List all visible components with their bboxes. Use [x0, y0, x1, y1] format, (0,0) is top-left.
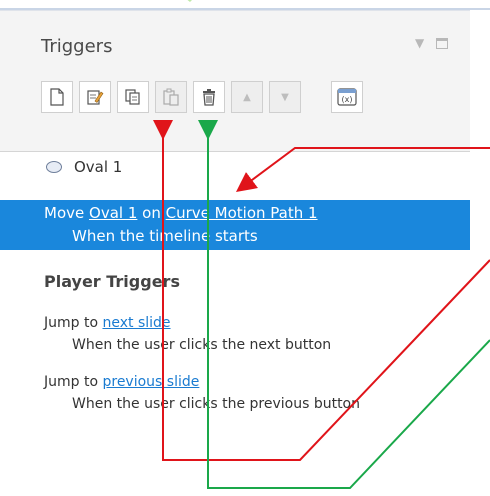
next-slide-link[interactable]: next slide	[102, 315, 170, 331]
header-icons: ▼	[415, 37, 449, 49]
up-arrow-icon: ▲	[243, 91, 251, 103]
paste-button[interactable]	[155, 81, 187, 113]
previous-slide-link[interactable]: previous slide	[102, 374, 199, 390]
oval-icon	[46, 161, 62, 173]
down-arrow-icon: ▼	[281, 91, 289, 103]
selected-trigger-row[interactable]: Move Oval 1 on Curve Motion Path 1 When …	[0, 200, 470, 250]
svg-text:(x): (x)	[342, 95, 353, 104]
trigger-connector: on	[142, 204, 161, 222]
object-row-oval[interactable]: Oval 1	[46, 158, 122, 176]
player-trigger-row[interactable]: Jump to next slide	[44, 315, 171, 331]
delete-button[interactable]	[193, 81, 225, 113]
edit-icon	[87, 90, 104, 105]
copy-icon	[125, 89, 140, 105]
move-up-button[interactable]: ▲	[231, 81, 263, 113]
player-trigger-row[interactable]: Jump to previous slide	[44, 374, 199, 390]
edit-trigger-button[interactable]	[79, 81, 111, 113]
trigger-action: Jump to	[44, 374, 99, 390]
variable-x-icon: (x)	[337, 88, 357, 106]
trigger-target-link[interactable]: Oval 1	[89, 204, 137, 222]
panel-header: Triggers ▼ ▲ ▼ (x)	[0, 11, 470, 152]
panel-title: Triggers	[41, 36, 113, 57]
trigger-condition: When the user clicks the next button	[72, 337, 332, 353]
player-triggers-heading: Player Triggers	[44, 272, 180, 291]
trigger-list: Oval 1 Move Oval 1 on Curve Motion Path …	[0, 152, 470, 496]
object-label: Oval 1	[74, 158, 123, 176]
trigger-condition: When the user clicks the previous button	[72, 396, 360, 412]
new-trigger-button[interactable]	[41, 81, 73, 113]
dropdown-arrow-icon[interactable]: ▼	[415, 37, 424, 49]
triggers-panel: Triggers ▼ ▲ ▼ (x) Oval 1 Move Oval 1 on…	[0, 10, 470, 496]
trigger-toolbar: ▲ ▼ (x)	[41, 81, 369, 113]
move-down-button[interactable]: ▼	[269, 81, 301, 113]
variables-button[interactable]: (x)	[331, 81, 363, 113]
restore-window-icon[interactable]	[436, 37, 449, 49]
paste-icon	[163, 88, 179, 106]
trigger-action: Move	[44, 204, 85, 222]
copy-button[interactable]	[117, 81, 149, 113]
trigger-condition: When the timeline starts	[72, 227, 258, 245]
trash-icon	[203, 89, 215, 106]
motion-path-link[interactable]: Curve Motion Path 1	[166, 204, 318, 222]
trigger-description: Move Oval 1 on Curve Motion Path 1	[44, 204, 318, 222]
new-document-icon	[50, 88, 64, 106]
trigger-action: Jump to	[44, 315, 99, 331]
